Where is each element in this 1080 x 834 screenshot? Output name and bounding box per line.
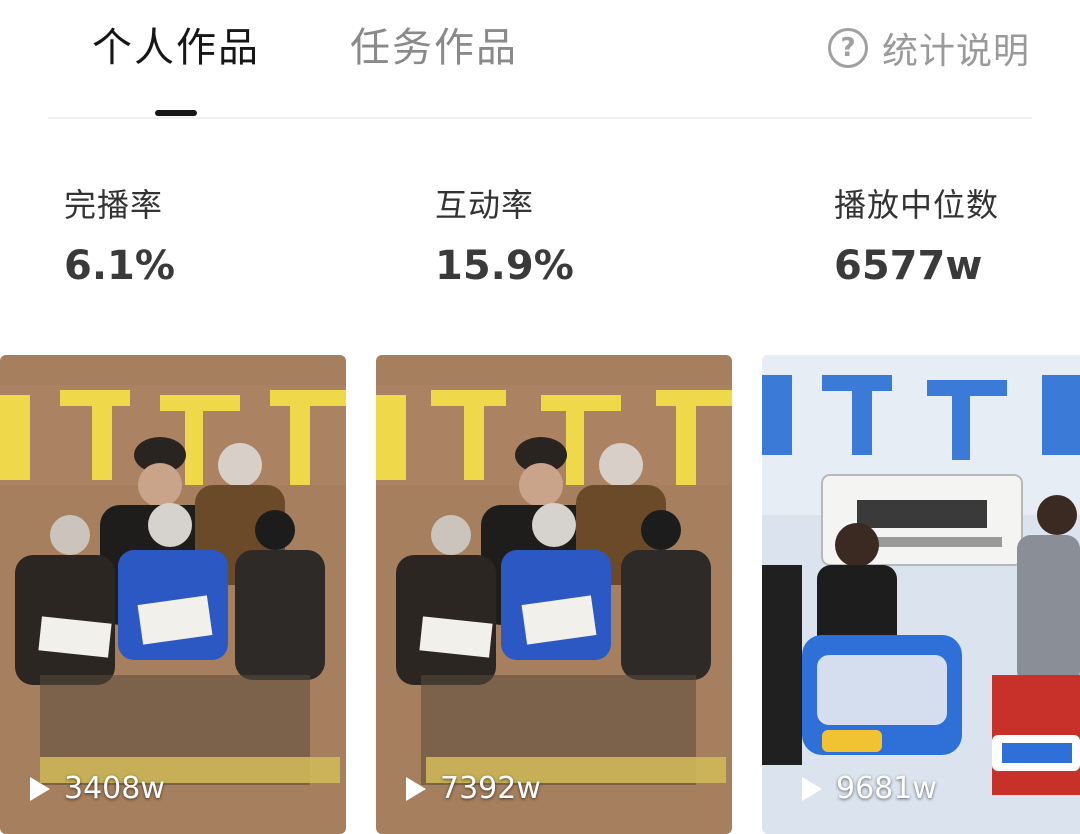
play-icon bbox=[802, 776, 822, 801]
play-count: 3408w bbox=[30, 771, 165, 806]
video-card[interactable]: 9681w bbox=[762, 355, 1080, 834]
play-count: 9681w bbox=[802, 771, 937, 806]
play-count-value: 7392w bbox=[440, 771, 541, 806]
divider bbox=[48, 117, 1032, 119]
tab-bar: 个人作品 任务作品 ? 统计说明 bbox=[0, 0, 1080, 118]
video-thumbnail bbox=[376, 355, 732, 834]
play-count-value: 9681w bbox=[836, 771, 937, 806]
tab-personal-works[interactable]: 个人作品 bbox=[92, 22, 260, 74]
active-tab-indicator bbox=[155, 110, 197, 116]
play-count: 7392w bbox=[406, 771, 541, 806]
video-thumbnail bbox=[762, 355, 1080, 834]
stat-value: 6577w bbox=[834, 243, 983, 289]
play-icon bbox=[406, 776, 426, 801]
stat-label: 播放中位数 bbox=[834, 186, 1000, 224]
stat-label: 互动率 bbox=[435, 186, 535, 224]
stat-median-plays: 播放中位数 6577w bbox=[834, 184, 999, 292]
question-circle-icon: ? bbox=[827, 28, 868, 68]
play-count-value: 3408w bbox=[64, 771, 165, 806]
stat-value: 15.9% bbox=[435, 243, 574, 289]
video-card[interactable]: 3408w bbox=[0, 355, 346, 834]
stats-explanation-label: 统计说明 bbox=[881, 31, 1030, 72]
video-thumbnail bbox=[0, 355, 346, 834]
video-card[interactable]: 7392w bbox=[376, 355, 732, 834]
tab-task-works[interactable]: 任务作品 bbox=[350, 22, 518, 74]
stat-value: 6.1% bbox=[64, 243, 175, 289]
stat-interaction-rate: 互动率 15.9% bbox=[435, 184, 574, 292]
stat-completion-rate: 完播率 6.1% bbox=[64, 184, 175, 292]
stat-label: 完播率 bbox=[64, 186, 164, 224]
play-icon bbox=[30, 776, 50, 801]
stats-explanation-button[interactable]: ? 统计说明 bbox=[827, 22, 1030, 74]
